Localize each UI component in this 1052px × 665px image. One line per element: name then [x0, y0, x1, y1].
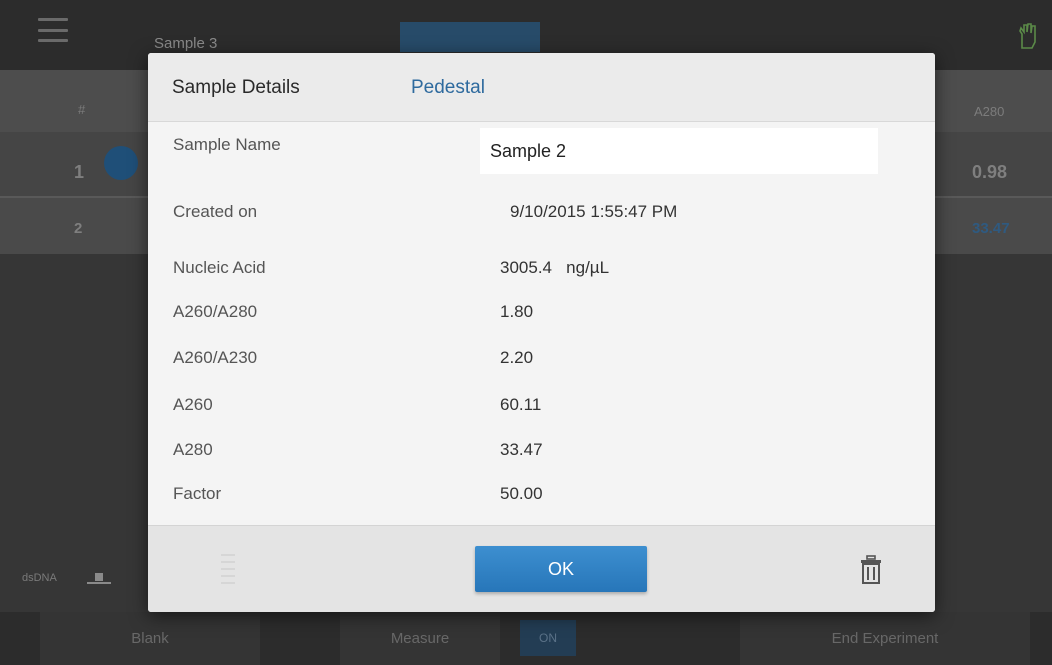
row-index: 1 — [74, 162, 85, 182]
created-on-label: Created on — [173, 202, 258, 221]
nucleic-acid-label: Nucleic Acid — [173, 258, 266, 277]
dialog-header: Sample Details Pedestal — [148, 53, 935, 122]
a260-a280-value: 1.80 — [500, 302, 534, 321]
sample-details-dialog: Sample Details Pedestal Sample Name Crea… — [148, 53, 935, 612]
measure-button[interactable]: Measure — [340, 612, 500, 665]
blank-button[interactable]: Blank — [40, 612, 260, 665]
hamburger-menu-icon[interactable] — [38, 18, 68, 42]
a280-value: 33.47 — [500, 440, 543, 459]
created-on-value: 9/10/2015 1:55:47 PM — [510, 202, 678, 221]
ok-button[interactable]: OK — [475, 546, 647, 592]
tab-pedestal[interactable]: Pedestal — [411, 77, 485, 99]
row-index: 2 — [74, 220, 83, 237]
hand-icon[interactable] — [1014, 22, 1040, 50]
trash-icon[interactable] — [860, 555, 882, 585]
a260-value: 60.11 — [500, 395, 542, 414]
row-a280: 0.98 — [972, 162, 1008, 182]
header-a280: A280 — [974, 104, 1005, 119]
row-a280: 33.47 — [972, 220, 1010, 237]
sample-type-label: dsDNA — [22, 572, 57, 584]
header-index: # — [78, 102, 86, 117]
a260-a230-value: 2.20 — [500, 348, 534, 367]
a280-label: A280 — [173, 440, 213, 459]
sample-name-input[interactable] — [480, 128, 878, 174]
nucleic-acid-value: 3005.4 ng/µL — [500, 258, 610, 277]
a260-a280-label: A260/A280 — [173, 302, 258, 321]
info-icon[interactable] — [104, 146, 138, 180]
dialog-title: Sample Details — [172, 77, 300, 98]
top-tab[interactable] — [400, 22, 540, 52]
window-title: Sample 3 — [154, 35, 218, 52]
measure-toggle[interactable]: ON — [520, 620, 576, 656]
sample-name-label: Sample Name — [173, 135, 281, 154]
factor-label: Factor — [173, 484, 222, 503]
list-icon[interactable] — [221, 554, 235, 584]
a260-label: A260 — [173, 395, 213, 414]
factor-value: 50.00 — [500, 484, 543, 503]
dialog-footer: OK — [148, 525, 935, 612]
pedestal-icon — [87, 573, 111, 584]
a260-a230-label: A260/A230 — [173, 348, 258, 367]
end-experiment-button[interactable]: End Experiment — [740, 612, 1030, 665]
